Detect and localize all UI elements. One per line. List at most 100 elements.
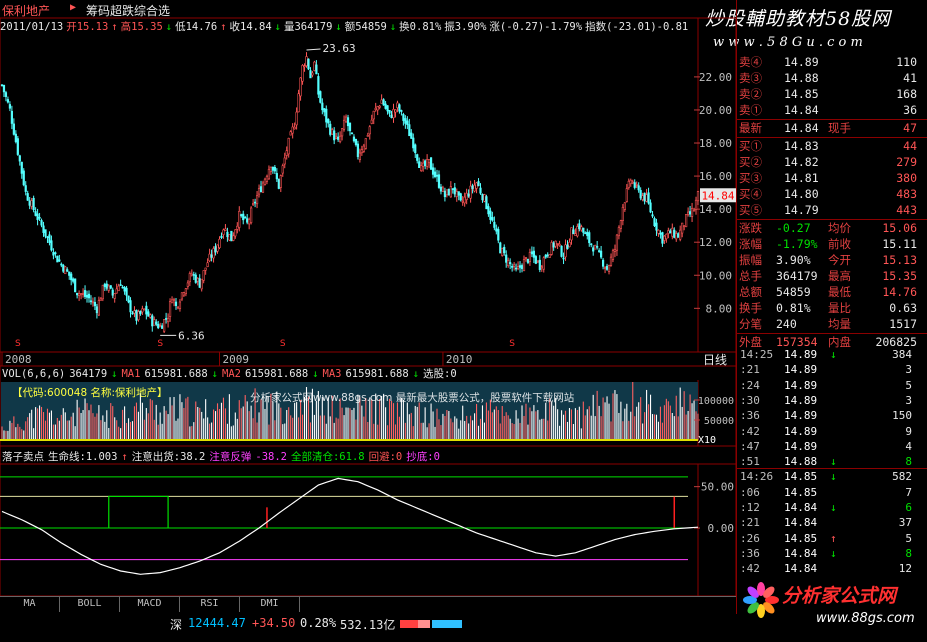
candle-body-96 — [190, 273, 193, 276]
tab-ma[interactable]: MA — [0, 596, 60, 612]
sell-row-1[interactable]: 卖① 14.84 36 — [736, 102, 917, 118]
candle-body-265 — [524, 257, 528, 259]
stat-label-1: 振幅 — [739, 253, 762, 267]
chart-area[interactable]: 22.00 20.00 18.00 16.00 14.00 12.00 10.00 8.00 2… — [0, 0, 736, 596]
candle-body-239 — [473, 184, 476, 192]
candle-body-33 — [66, 269, 69, 272]
buy-row-4[interactable]: 买④ 14.80 483 — [736, 186, 917, 202]
latest-row[interactable]: 最新 14.84 现手 47 — [736, 120, 917, 136]
candle-body-120 — [238, 210, 241, 228]
candle-body-270 — [534, 256, 537, 264]
buy-volume: 483 — [896, 187, 917, 201]
candle-body-111 — [220, 235, 223, 238]
tab-dmi[interactable]: DMI — [240, 596, 300, 612]
candle-body-208 — [412, 137, 415, 149]
buy-price: 14.81 — [784, 171, 819, 185]
sell-row-4[interactable]: 卖④ 14.89 110 — [736, 54, 917, 70]
candle-body-204 — [404, 118, 407, 124]
candle-body-103 — [204, 267, 207, 271]
tick-row[interactable]: :24 14.89 5 — [740, 378, 916, 394]
tick-row[interactable]: :42 14.89 9 — [740, 424, 916, 440]
buy-row-3[interactable]: 买③ 14.81 380 — [736, 170, 917, 186]
candle-body-316 — [625, 188, 628, 202]
candle-body-37 — [74, 278, 77, 293]
candle-body-291 — [576, 226, 579, 237]
candle-body-48 — [95, 306, 99, 314]
logo-88gs: 分析家公式网 www.88gs.com — [736, 575, 927, 634]
sell-price: 14.88 — [784, 71, 819, 85]
stat-row-2[interactable]: 振幅 3.90% 今开 15.13 — [736, 252, 917, 268]
tab-boll[interactable]: BOLL — [60, 596, 120, 612]
sell-row-2[interactable]: 卖② 14.85 168 — [736, 86, 917, 102]
stat-row-3[interactable]: 总手 364179 最高 15.35 — [736, 268, 917, 284]
buy-row-2[interactable]: 买② 14.82 279 — [736, 154, 917, 170]
candle-body-25 — [50, 240, 53, 251]
candle-body-97 — [192, 274, 195, 276]
candle-body-238 — [471, 185, 474, 189]
candle-body-332 — [657, 229, 660, 234]
tick-row[interactable]: :36 14.89 150 — [740, 408, 916, 424]
buy-label: 买⑤ — [739, 203, 762, 217]
candle-body-10 — [20, 161, 23, 174]
latest-label: 最新 — [739, 121, 762, 135]
candle-body-125 — [248, 219, 251, 225]
sell-row-3[interactable]: 卖③ 14.88 41 — [736, 70, 917, 86]
candle-body-285 — [564, 244, 567, 258]
tick-row[interactable]: :36 14.84 ↓ 8 — [740, 546, 916, 562]
candle-body-174 — [344, 116, 348, 123]
candle-body-5 — [10, 110, 13, 124]
tick-row[interactable]: :12 14.84 ↓ 6 — [740, 500, 916, 516]
candle-body-306 — [605, 265, 609, 270]
price-tick-label-7: 8.00 — [706, 302, 733, 315]
tick-volume: 3 — [905, 363, 912, 377]
candle-body-150 — [297, 93, 300, 113]
stat-row-0[interactable]: 涨跌 -0.27 均价 15.06 — [736, 220, 917, 236]
stat-row-6[interactable]: 分笔 240 均量 1517 — [736, 316, 917, 332]
vol-header-9: MA3 — [323, 368, 342, 380]
candle-body-246 — [487, 206, 490, 215]
candle-body-288 — [570, 227, 573, 241]
indicator-tabs: MA BOLL MACD RSI DMI — [0, 596, 736, 612]
candle-body-22 — [44, 229, 47, 237]
candle-body-340 — [673, 229, 676, 238]
vol-overlay-text: 【代码:600048 名称:保利地产】 — [12, 386, 168, 399]
tick-row[interactable]: :30 14.89 3 — [740, 393, 916, 409]
buy-row-5[interactable]: 买⑤ 14.79 443 — [736, 202, 917, 218]
tick-arrow: ↓ — [830, 348, 837, 361]
stat-row-1[interactable]: 涨幅 -1.79% 前收 15.11 — [736, 236, 917, 252]
stat-row-4[interactable]: 总额 54859 最低 14.76 — [736, 284, 917, 300]
candle-body-184 — [364, 138, 367, 149]
tick-row[interactable]: :47 14.89 4 — [740, 439, 916, 455]
buy-label: 买③ — [739, 171, 762, 185]
current-hand-value: 47 — [903, 121, 917, 135]
tab-macd[interactable]: MACD — [120, 596, 180, 612]
candle-body-200 — [396, 102, 399, 108]
tick-row[interactable]: 14:26 14.85 ↓ 582 — [740, 469, 916, 485]
tick-row[interactable]: 14:25 14.89 ↓ 384 — [740, 347, 916, 363]
watermark-title: 炒股輔助教材58股网 — [705, 8, 892, 30]
candle-body-112 — [222, 229, 225, 235]
tick-row[interactable]: :06 14.85 7 — [740, 485, 916, 501]
candle-body-244 — [483, 194, 486, 202]
buy-row-1[interactable]: 买① 14.83 44 — [736, 138, 917, 154]
candle-body-280 — [554, 240, 557, 247]
tick-volume: 5 — [905, 531, 912, 545]
tab-rsi[interactable]: RSI — [180, 596, 240, 612]
candle-body-7 — [14, 133, 17, 143]
candle-body-320 — [633, 182, 636, 188]
tick-row[interactable]: :21 14.84 37 — [740, 515, 916, 531]
stat-row-5[interactable]: 换手 0.81% 量比 0.63 — [736, 300, 917, 316]
vol-header-0: VOL(6,6,6) — [2, 368, 65, 380]
candle-body-54 — [107, 285, 110, 291]
candle-body-222 — [439, 186, 443, 192]
candle-body-82 — [163, 319, 166, 332]
candle-body-302 — [598, 250, 601, 252]
candle-body-260 — [514, 267, 518, 270]
tick-volume: 150 — [892, 409, 912, 423]
vol-header-8: ↓ — [312, 368, 318, 380]
stat-value-2: 15.11 — [882, 237, 917, 251]
candle-body-105 — [208, 253, 211, 262]
vol-watermark: 分析家公式网www.88gs.com 最新最大股票公式，股票软件下载网站 — [250, 391, 575, 404]
tick-row[interactable]: :26 14.85 ↑ 5 — [740, 531, 916, 547]
tick-row[interactable]: :21 14.89 3 — [740, 362, 916, 378]
